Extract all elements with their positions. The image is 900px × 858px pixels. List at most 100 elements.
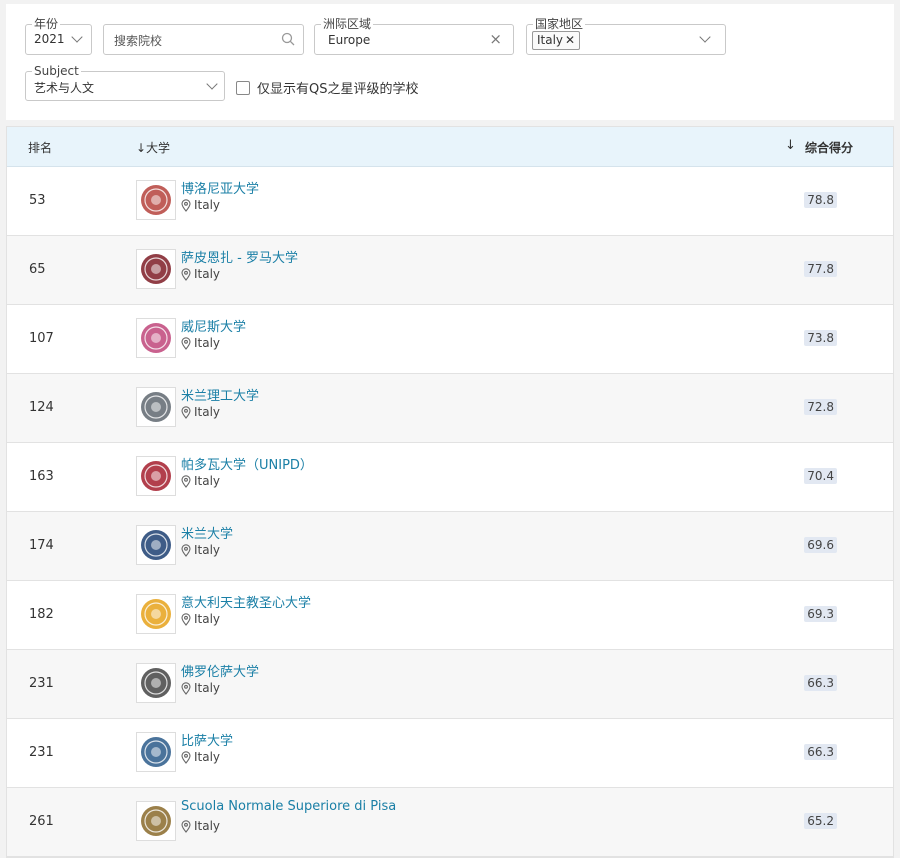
university-link[interactable]: 比萨大学: [181, 730, 233, 749]
qs-stars-filter[interactable]: 仅显示有QS之星评级的学校: [236, 78, 419, 97]
university-link[interactable]: 米兰大学: [181, 523, 233, 542]
table-row[interactable]: 174 米兰大学 Italy 69.6: [7, 512, 893, 581]
region-select[interactable]: 洲际区域 Europe ×: [314, 17, 514, 55]
overall-score: 78.8: [804, 192, 837, 208]
overall-score: 69.3: [804, 606, 837, 622]
table-row[interactable]: 182 意大利天主教圣心大学 Italy 69.3: [7, 581, 893, 650]
university-link[interactable]: 意大利天主教圣心大学: [181, 592, 311, 611]
rank-value: 174: [29, 538, 54, 553]
sort-down-icon[interactable]: ↓: [785, 138, 796, 153]
location-text: Italy: [194, 612, 221, 626]
university-link[interactable]: 佛罗伦萨大学: [181, 661, 259, 680]
subject-select[interactable]: Subject 艺术与人文: [25, 64, 225, 101]
location-text: Italy: [194, 198, 221, 212]
table-row[interactable]: 261 Scuola Normale Superiore di Pisa Italy…: [7, 788, 893, 857]
table-row[interactable]: 231 佛罗伦萨大学 Italy 66.3: [7, 650, 893, 719]
search-field[interactable]: 搜索院校: [103, 24, 304, 55]
university-link[interactable]: 博洛尼亚大学: [181, 178, 259, 197]
qs-stars-checkbox[interactable]: [236, 80, 250, 95]
chevron-down-icon: [71, 31, 83, 43]
search-input[interactable]: 搜索院校: [114, 32, 162, 49]
rank-value: 124: [29, 400, 54, 415]
pisa-logo-icon[interactable]: [136, 732, 176, 772]
clear-icon[interactable]: ×: [489, 32, 502, 47]
sapienza-seal-icon[interactable]: [136, 249, 176, 289]
location-text: Italy: [194, 750, 221, 764]
rank-value: 107: [29, 331, 54, 346]
location-text: Italy: [194, 267, 221, 281]
university-location: Italy: [181, 681, 220, 695]
sns-crest-icon[interactable]: [136, 801, 176, 841]
overall-score: 73.8: [804, 330, 837, 346]
table-header: 排名 ↓大学 ↓ 综合得分: [7, 127, 893, 167]
university-header[interactable]: ↓大学: [136, 139, 170, 156]
cattolica-seal-icon[interactable]: [136, 594, 176, 634]
university-location: Italy: [181, 750, 220, 764]
university-link[interactable]: 帕多瓦大学（UNIPD）: [181, 454, 313, 473]
table-row[interactable]: 65 萨皮恩扎 - 罗马大学 Italy 77.8: [7, 236, 893, 305]
location-pin-icon: [181, 198, 191, 212]
search-icon[interactable]: [281, 32, 295, 46]
padova-seal-icon[interactable]: [136, 456, 176, 496]
country-chip[interactable]: Italy ✕: [532, 31, 581, 50]
university-link[interactable]: 米兰理工大学: [181, 385, 259, 404]
university-location: Italy: [181, 405, 220, 419]
subject-label: Subject: [32, 64, 81, 78]
location-text: Italy: [194, 819, 221, 833]
location-text: Italy: [194, 405, 221, 419]
overall-score: 70.4: [804, 468, 837, 484]
location-text: Italy: [194, 681, 221, 695]
subject-value: 艺术与人文: [34, 81, 95, 95]
region-label: 洲际区域: [321, 17, 374, 31]
year-select[interactable]: 年份 2021: [25, 17, 92, 55]
qs-stars-label: 仅显示有QS之星评级的学校: [257, 82, 419, 97]
location-text: Italy: [194, 474, 221, 488]
location-text: Italy: [194, 336, 221, 350]
university-link[interactable]: Scuola Normale Superiore di Pisa: [181, 799, 396, 814]
overall-score: 69.6: [804, 537, 837, 553]
firenze-seal-icon[interactable]: [136, 663, 176, 703]
overall-score: 72.8: [804, 399, 837, 415]
country-select[interactable]: 国家地区 Italy ✕: [526, 17, 726, 55]
country-label: 国家地区: [533, 17, 586, 31]
university-link[interactable]: 威尼斯大学: [181, 316, 246, 335]
location-pin-icon: [181, 543, 191, 557]
score-header[interactable]: 综合得分: [805, 139, 853, 156]
location-pin-icon: [181, 336, 191, 350]
table-row[interactable]: 124 米兰理工大学 Italy 72.8: [7, 374, 893, 443]
university-location: Italy: [181, 819, 220, 833]
region-value: Europe: [328, 33, 371, 47]
location-pin-icon: [181, 750, 191, 764]
rank-value: 231: [29, 745, 54, 760]
year-label: 年份: [32, 17, 61, 31]
bologna-seal-icon[interactable]: [136, 180, 176, 220]
university-location: Italy: [181, 267, 220, 281]
venice-logo-icon[interactable]: [136, 318, 176, 358]
rank-header[interactable]: 排名: [28, 139, 52, 156]
location-pin-icon: [181, 267, 191, 281]
table-row[interactable]: 107 威尼斯大学 Italy 73.8: [7, 305, 893, 374]
university-location: Italy: [181, 474, 220, 488]
remove-chip-icon[interactable]: ✕: [565, 33, 575, 47]
location-pin-icon: [181, 681, 191, 695]
overall-score: 66.3: [804, 744, 837, 760]
table-row[interactable]: 231 比萨大学 Italy 66.3: [7, 719, 893, 788]
polimi-seal-icon[interactable]: [136, 387, 176, 427]
table-row[interactable]: 163 帕多瓦大学（UNIPD） Italy 70.4: [7, 443, 893, 512]
rankings-table: 排名 ↓大学 ↓ 综合得分 53 博洛尼亚大学 Italy 78.8 65 萨皮恩扎 - …: [6, 126, 894, 858]
location-pin-icon: [181, 612, 191, 626]
university-location: Italy: [181, 612, 220, 626]
rank-value: 163: [29, 469, 54, 484]
chevron-down-icon: [206, 78, 218, 90]
university-location: Italy: [181, 543, 220, 557]
country-chip-label: Italy: [537, 33, 564, 47]
university-link[interactable]: 萨皮恩扎 - 罗马大学: [181, 247, 298, 266]
university-location: Italy: [181, 198, 220, 212]
rank-value: 53: [29, 193, 46, 208]
milano-logo-icon[interactable]: [136, 525, 176, 565]
filter-panel: 年份 2021 搜索院校 洲际区域 Europe × 国家地区 Italy ✕ S…: [6, 4, 894, 120]
overall-score: 65.2: [804, 813, 837, 829]
location-text: Italy: [194, 543, 221, 557]
table-row[interactable]: 53 博洛尼亚大学 Italy 78.8: [7, 167, 893, 236]
rank-value: 231: [29, 676, 54, 691]
